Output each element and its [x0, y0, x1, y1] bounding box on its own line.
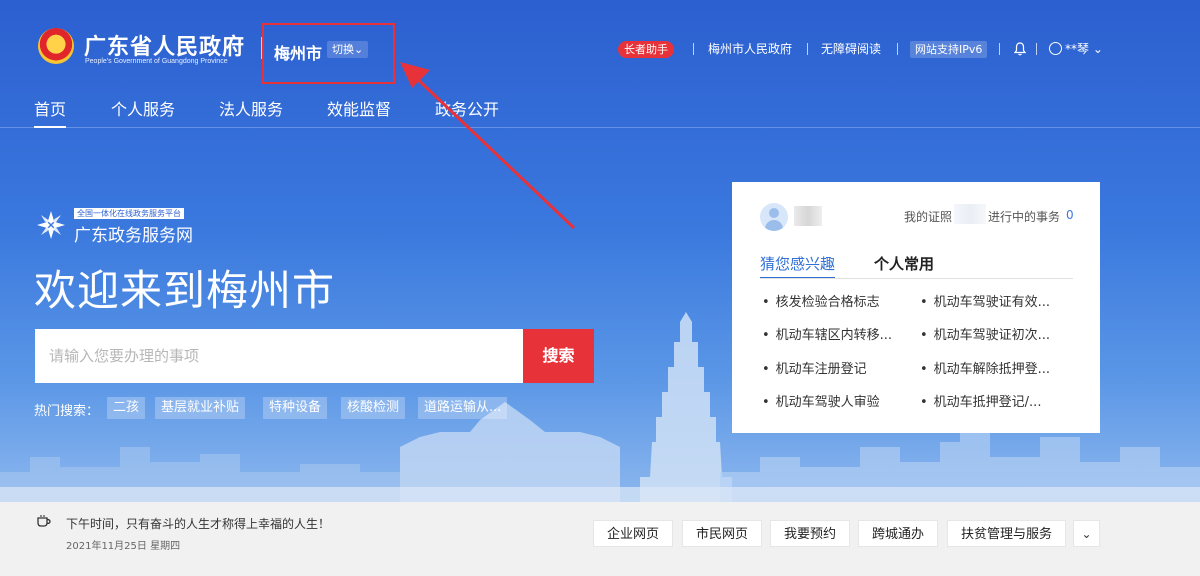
site-subtitle: People's Government of Guangdong Provinc… — [85, 58, 228, 65]
service-item[interactable]: 机动车抵押登记/... — [920, 391, 1042, 410]
ipv6-badge: 网站支持IPv6 — [910, 41, 988, 58]
tab-recommended[interactable]: 猜您感兴趣 — [760, 253, 836, 279]
quick-link-enterprise[interactable]: 企业网页 — [593, 520, 674, 547]
quick-link-citizen[interactable]: 市民网页 — [682, 520, 763, 547]
in-progress-link[interactable]: 进行中的事务 — [988, 208, 1060, 225]
elder-assistant-button[interactable]: 长者助手 — [618, 41, 674, 58]
welcome-heading: 欢迎来到梅州市 — [34, 266, 336, 315]
hot-search-tag[interactable]: 特种设备 — [263, 397, 328, 419]
service-platform-logo-icon — [37, 211, 65, 239]
tab-frequently-used[interactable]: 个人常用 — [874, 253, 934, 274]
in-progress-count[interactable]: 0 — [1066, 208, 1074, 222]
blurred-username — [794, 206, 822, 226]
city-government-link[interactable]: 梅州市人民政府 — [708, 41, 792, 58]
service-item[interactable]: 机动车驾驶证初次... — [920, 324, 1050, 343]
chevron-down-icon: ⌄ — [1081, 527, 1092, 541]
quick-link-poverty-alleviation[interactable]: 扶贫管理与服务 — [947, 520, 1067, 547]
nav-personal-services[interactable]: 个人服务 — [111, 96, 175, 120]
header-divider — [1036, 43, 1037, 55]
quick-link-appointment[interactable]: 我要预约 — [770, 520, 851, 547]
platform-tagline: 全国一体化在线政务服务平台 — [74, 208, 184, 219]
current-date: 2021年11月25日 星期四 — [66, 541, 181, 552]
annotation-highlight-box — [262, 23, 395, 84]
accessibility-reading-link[interactable]: 无障碍阅读 — [821, 41, 881, 58]
nav-efficiency-supervision[interactable]: 效能监督 — [327, 96, 391, 120]
bell-icon[interactable] — [1013, 42, 1027, 56]
user-icon[interactable] — [1049, 42, 1062, 55]
service-item[interactable]: 核发检验合格标志 — [762, 291, 880, 310]
blurred-region — [954, 204, 986, 224]
chevron-down-icon: ⌄ — [1089, 42, 1103, 56]
search-input[interactable] — [35, 329, 523, 383]
coffee-cup-icon — [37, 515, 51, 527]
service-item[interactable]: 机动车解除抵押登... — [920, 358, 1050, 377]
header-divider — [897, 43, 898, 55]
hot-search-label: 热门搜索： — [34, 404, 100, 419]
hot-search-tag[interactable]: 二孩 — [107, 397, 146, 419]
avatar[interactable] — [760, 203, 788, 231]
search-button[interactable]: 搜索 — [523, 329, 594, 383]
nav-corporate-services[interactable]: 法人服务 — [219, 96, 283, 120]
nav-home[interactable]: 首页 — [34, 96, 67, 128]
quick-link-cross-city[interactable]: 跨城通办 — [858, 520, 939, 547]
header-divider — [999, 43, 1000, 55]
service-item[interactable]: 机动车驾驶人审验 — [762, 391, 880, 410]
greeting-tip: 下午时间，只有奋斗的人生才称得上幸福的人生！ — [66, 517, 331, 531]
header-divider — [693, 43, 694, 55]
expand-more-button[interactable]: ⌄ — [1073, 520, 1100, 547]
header-divider — [807, 43, 808, 55]
hot-search-tag[interactable]: 基层就业补贴 — [155, 397, 246, 419]
main-nav: 首页 个人服务 法人服务 效能监督 政务公开 — [0, 94, 1200, 128]
government-emblem-logo[interactable] — [38, 28, 74, 64]
service-item[interactable]: 机动车辖区内转移... — [762, 324, 892, 343]
card-divider — [760, 278, 1073, 279]
user-name: **琴 — [1065, 42, 1090, 56]
user-service-card: 我的证照 进行中的事务 0 猜您感兴趣 个人常用 核发检验合格标志 机动车驾驶证… — [732, 182, 1100, 433]
nav-government-affairs[interactable]: 政务公开 — [435, 96, 499, 120]
service-item[interactable]: 机动车驾驶证有效... — [920, 291, 1050, 310]
service-item[interactable]: 机动车注册登记 — [762, 358, 867, 377]
platform-name: 广东政务服务网 — [74, 226, 193, 246]
my-certificates-link[interactable]: 我的证照 — [904, 208, 952, 225]
site-title[interactable]: 广东省人民政府 — [84, 29, 245, 61]
hot-search-tag[interactable]: 核酸检测 — [341, 397, 406, 419]
user-menu[interactable]: **琴 ⌄ — [1065, 41, 1103, 58]
hot-search-tag[interactable]: 道路运输从... — [418, 397, 508, 419]
